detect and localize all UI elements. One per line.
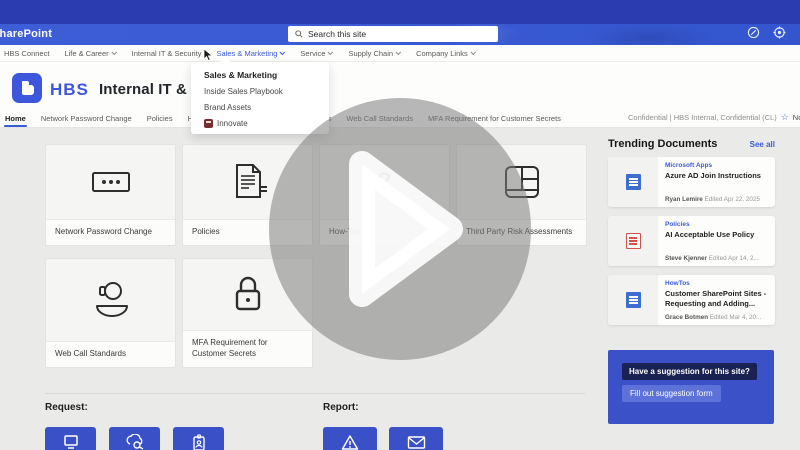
- dropdown-item-inside-sales-playbook[interactable]: Inside Sales Playbook: [204, 87, 316, 96]
- tab-home[interactable]: Home: [4, 111, 27, 127]
- nav-item-service[interactable]: Service: [300, 49, 334, 58]
- card-network-password-change[interactable]: Network Password Change: [45, 144, 176, 246]
- card-label: Web Call Standards: [46, 341, 175, 367]
- warning-triangle-icon: [341, 435, 359, 450]
- document-byline: Grace Botmen Edited Mar 4, 20...: [665, 314, 762, 321]
- padlock-icon: [235, 276, 260, 310]
- nav-item-supply-chain[interactable]: Supply Chain: [348, 49, 402, 58]
- badge-request-button[interactable]: [173, 427, 224, 450]
- pencil-circle-icon[interactable]: [747, 26, 760, 39]
- headset-person-icon: [95, 282, 128, 317]
- trending-item-ai-policy[interactable]: Policies AI Acceptable Use Policy Steve …: [608, 216, 775, 266]
- chevron-down-icon: [395, 49, 402, 56]
- monitor-icon: [63, 435, 78, 449]
- password-field-icon: [91, 172, 130, 192]
- search-input[interactable]: Search this site: [288, 26, 498, 42]
- chevron-down-icon: [111, 49, 117, 56]
- document-category[interactable]: Policies: [665, 221, 768, 228]
- envelope-icon: [407, 436, 425, 449]
- follow-label[interactable]: Not foll: [793, 113, 800, 122]
- trending-documents-title: Trending Documents: [608, 138, 718, 150]
- play-icon[interactable]: [346, 146, 466, 312]
- trending-item-azure-ad[interactable]: Microsoft Apps Azure AD Join Instruction…: [608, 157, 775, 207]
- incident-report-button[interactable]: [323, 427, 377, 450]
- document-title[interactable]: Customer SharePoint Sites - Requesting a…: [665, 289, 768, 311]
- search-placeholder: Search this site: [308, 29, 367, 39]
- request-section-label: Request:: [45, 402, 88, 413]
- suggestion-panel: Have a suggestion for this site? Fill ou…: [608, 350, 774, 424]
- dropdown-item-brand-assets[interactable]: Brand Assets: [204, 103, 316, 112]
- policy-document-icon: [235, 164, 267, 198]
- nav-item-internal-it-security[interactable]: Internal IT & Security: [132, 49, 202, 58]
- innovate-logo-icon: [204, 119, 213, 128]
- suggestion-question: Have a suggestion for this site?: [622, 363, 757, 380]
- tab-network-password-change[interactable]: Network Password Change: [40, 111, 133, 126]
- section-divider: [45, 393, 585, 394]
- card-label: MFA Requirement for Customer Secrets: [183, 330, 312, 367]
- document-thumbnail: [608, 216, 658, 266]
- hbs-logo-text: HBS: [50, 80, 89, 99]
- credentials-request-button[interactable]: [109, 427, 160, 450]
- hbs-site-logo[interactable]: [12, 73, 42, 103]
- trending-documents-list: Microsoft Apps Azure AD Join Instruction…: [608, 157, 775, 325]
- suggestion-form-button[interactable]: Fill out suggestion form: [622, 385, 721, 402]
- chevron-down-icon: [279, 49, 286, 56]
- search-icon: [295, 30, 303, 38]
- gear-icon[interactable]: [773, 26, 786, 39]
- chevron-down-icon: [327, 49, 334, 56]
- cloud-key-icon: [126, 434, 143, 450]
- document-thumbnail: [608, 157, 658, 207]
- word-doc-icon: [625, 174, 641, 190]
- sales-marketing-dropdown: Sales & Marketing Inside Sales Playbook …: [191, 56, 329, 134]
- report-section-label: Report:: [323, 402, 359, 413]
- browser-top-strip: [0, 0, 800, 24]
- trending-item-customer-sharepoint[interactable]: HowTos Customer SharePoint Sites - Reque…: [608, 275, 775, 325]
- classification-label: Confidential | HBS Internal, Confidentia…: [628, 113, 777, 122]
- card-label: Network Password Change: [46, 219, 175, 245]
- mouse-cursor-icon: [203, 48, 214, 62]
- nav-item-life-career[interactable]: Life & Career: [64, 49, 117, 58]
- id-badge-icon: [192, 433, 205, 450]
- nav-item-hbs-connect[interactable]: HBS Connect: [4, 49, 49, 58]
- dropdown-item-innovate[interactable]: Innovate: [204, 119, 316, 128]
- document-title[interactable]: Azure AD Join Instructions: [665, 171, 768, 193]
- document-byline: Ryan Lemire Edited Apr 22, 2025: [665, 196, 760, 203]
- tab-policies[interactable]: Policies: [146, 111, 174, 126]
- pdf-doc-icon: [625, 233, 641, 249]
- document-title[interactable]: AI Acceptable Use Policy: [665, 230, 768, 252]
- nav-item-company-links[interactable]: Company Links: [416, 49, 476, 58]
- document-category[interactable]: Microsoft Apps: [665, 162, 768, 169]
- device-request-button[interactable]: [45, 427, 96, 450]
- document-byline: Steve Kjenner Edited Apr 14, 2...: [665, 255, 759, 262]
- chevron-down-icon: [470, 49, 476, 56]
- hub-navigation: HBS Connect Life & Career Internal IT & …: [0, 45, 800, 62]
- mail-report-button[interactable]: [389, 427, 443, 450]
- follow-star-icon[interactable]: ☆: [781, 113, 789, 122]
- sharepoint-logo-text[interactable]: SharePoint: [0, 28, 52, 40]
- document-category[interactable]: HowTos: [665, 280, 768, 287]
- hbs-logo-glyph: [22, 81, 34, 95]
- sharepoint-video-frame: SharePoint Search this site HBS Connect …: [0, 0, 800, 450]
- nav-item-sales-marketing[interactable]: Sales & Marketing: [217, 49, 286, 58]
- word-doc-icon: [625, 292, 641, 308]
- dropdown-header: Sales & Marketing: [204, 70, 278, 80]
- card-web-call-standards[interactable]: Web Call Standards: [45, 258, 176, 368]
- see-all-link[interactable]: See all: [750, 140, 775, 149]
- document-thumbnail: [608, 275, 658, 325]
